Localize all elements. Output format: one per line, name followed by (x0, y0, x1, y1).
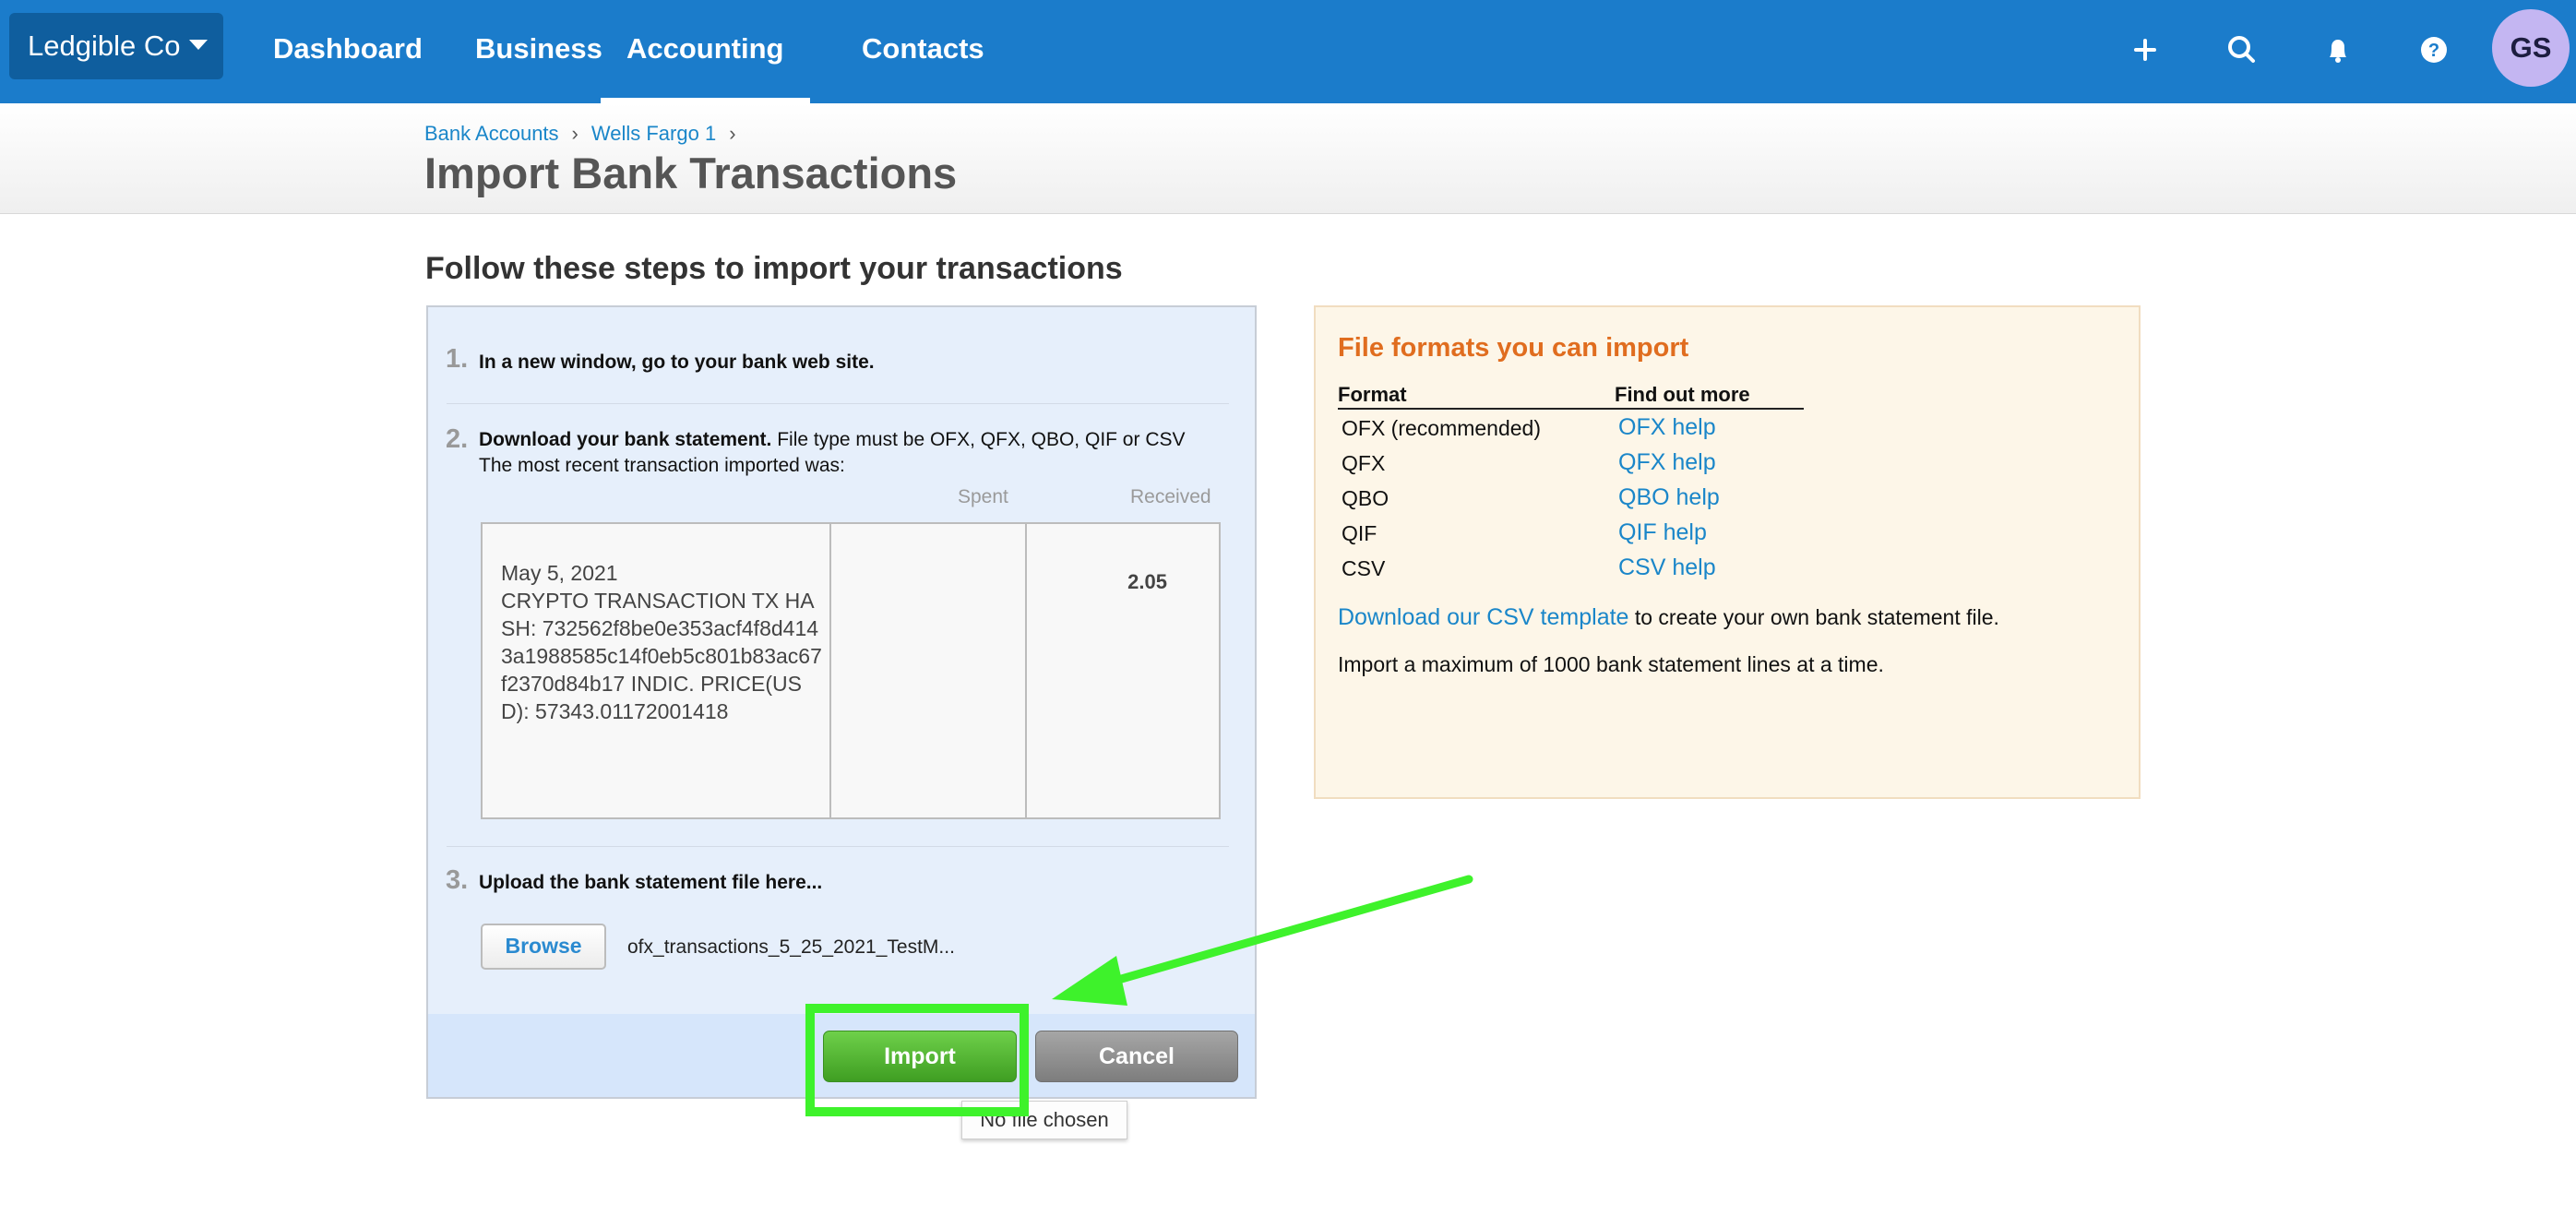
qif-help-link[interactable]: QIF help (1618, 519, 1707, 546)
nav-dashboard[interactable]: Dashboard (273, 0, 423, 103)
transaction-date: May 5, 2021 (501, 561, 618, 585)
page-header (0, 103, 2576, 214)
step-3-text: Upload the bank statement file here... (479, 872, 823, 893)
spent-column-header: Spent (958, 486, 1008, 507)
step-2-text: Download your bank statement. File type … (479, 429, 1186, 451)
formats-title: File formats you can import (1338, 333, 1689, 363)
file-formats-panel: File formats you can import Format Find … (1314, 305, 2141, 799)
top-nav-bar: Ledgible Co Dashboard Business Accountin… (0, 0, 2576, 103)
cancel-button[interactable]: Cancel (1035, 1031, 1238, 1082)
import-steps-panel: 1. In a new window, go to your bank web … (426, 305, 1257, 1099)
ofx-help-link[interactable]: OFX help (1618, 414, 1716, 441)
page-title: Import Bank Transactions (424, 149, 958, 197)
step-2-number: 2. (446, 424, 469, 454)
step-3-number: 3. (446, 865, 469, 895)
spent-column (829, 524, 1025, 817)
selected-file-name: ofx_transactions_5_25_2021_TestM... (627, 936, 955, 958)
import-limit-text: Import a maximum of 1000 bank statement … (1338, 652, 1884, 676)
breadcrumb-separator: › (729, 122, 736, 145)
format-name: QFX (1342, 451, 1386, 475)
breadcrumb-bank-accounts[interactable]: Bank Accounts (424, 122, 559, 145)
nav-accounting[interactable]: Accounting (601, 0, 810, 103)
step-1-number: 1. (446, 344, 469, 374)
step-2-filetypes: File type must be OFX, QFX, QBO, QIF or … (771, 429, 1186, 450)
find-out-more-column-header: Find out more (1615, 383, 1750, 406)
csv-template-text: to create your own bank statement file. (1628, 605, 1999, 629)
received-column (1025, 524, 1219, 817)
breadcrumb-separator: › (571, 122, 578, 145)
format-column-header: Format (1338, 383, 1407, 406)
transaction-cell: May 5, 2021 CRYPTO TRANSACTION TX HASH: … (501, 559, 824, 725)
nav-business[interactable]: Business (475, 0, 602, 103)
user-avatar[interactable]: GS (2492, 9, 2570, 87)
browse-button[interactable]: Browse (481, 924, 606, 970)
transaction-description: CRYPTO TRANSACTION TX HASH: 732562f8be0e… (501, 589, 822, 723)
caret-down-icon (189, 40, 209, 51)
recent-transaction-table: May 5, 2021 CRYPTO TRANSACTION TX HASH: … (481, 522, 1221, 819)
plus-icon[interactable] (2119, 24, 2171, 76)
formats-header-rule (1338, 408, 1804, 410)
received-column-header: Received (1130, 486, 1211, 507)
search-icon[interactable] (2216, 24, 2268, 76)
qfx-help-link[interactable]: QFX help (1618, 449, 1716, 476)
bell-icon[interactable] (2312, 24, 2364, 76)
annotation-highlight-box (805, 1004, 1029, 1116)
step-divider (447, 846, 1229, 847)
csv-template-line: Download our CSV template to create your… (1338, 604, 1999, 631)
organization-name: Ledgible Co (28, 30, 181, 62)
organization-switcher[interactable]: Ledgible Co (9, 13, 223, 79)
format-name: CSV (1342, 556, 1386, 580)
transaction-spent: 2.05 (1127, 570, 1167, 593)
svg-text:?: ? (2428, 41, 2439, 61)
step-divider (447, 403, 1229, 404)
step-2-recent-label: The most recent transaction imported was… (479, 455, 845, 476)
csv-help-link[interactable]: CSV help (1618, 554, 1716, 581)
format-name: QIF (1342, 521, 1377, 545)
breadcrumb-wells-fargo[interactable]: Wells Fargo 1 (591, 122, 716, 145)
format-name: QBO (1342, 486, 1389, 510)
csv-template-link[interactable]: Download our CSV template (1338, 604, 1628, 630)
steps-heading: Follow these steps to import your transa… (425, 251, 1123, 286)
breadcrumb: Bank Accounts › Wells Fargo 1 › (424, 122, 749, 146)
help-icon[interactable]: ? (2408, 24, 2460, 76)
format-name: OFX (recommended) (1342, 416, 1542, 440)
nav-contacts[interactable]: Contacts (862, 0, 984, 103)
step-2-bold: Download your bank statement. (479, 429, 772, 450)
qbo-help-link[interactable]: QBO help (1618, 484, 1720, 511)
step-1-text: In a new window, go to your bank web sit… (479, 352, 875, 373)
